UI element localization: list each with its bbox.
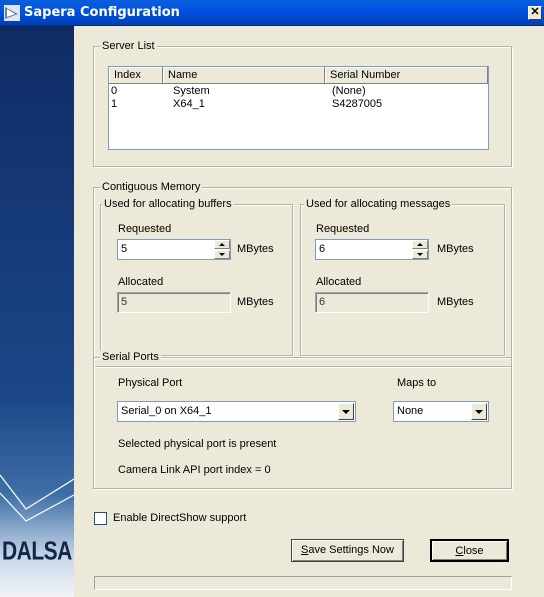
sapera-configuration-window: Sapera Configuration ✕ DALSA Server List… [0,0,544,597]
buffers-requested-stepper[interactable]: 5 [117,239,231,260]
messages-requested-unit: MBytes [437,243,474,255]
table-row[interactable]: 0 System (None) [109,85,488,98]
directshow-checkbox[interactable] [94,512,107,525]
messages-spin-buttons [412,240,428,259]
window-title: Sapera Configuration [24,5,180,20]
cell-name: X64_1 [173,98,205,110]
cell-serial: (None) [332,85,366,97]
api-port-index-text: Camera Link API port index = 0 [118,464,271,476]
buffers-allocated-label: Allocated [118,276,164,288]
arrow-down-icon [219,253,225,256]
close-label: lose [463,545,484,557]
physical-port-label: Physical Port [118,377,183,389]
chevron-down-icon [342,410,350,414]
messages-allocated-unit: MBytes [437,296,474,308]
messages-allocated-value: 6 [319,296,326,308]
chevron-down-icon [475,410,483,414]
messages-allocated-field: 6 [315,292,429,313]
title-bar[interactable]: Sapera Configuration ✕ [0,0,544,26]
dalsa-chevron-mark [0,474,74,522]
maps-to-dropdown-button[interactable] [471,403,487,420]
close-button[interactable]: Close [430,539,509,562]
close-icon: ✕ [530,6,540,18]
spin-up-button[interactable] [214,240,230,249]
physical-port-selected: Serial_0 on X64_1 [121,405,212,417]
buffers-allocated-field: 5 [117,292,231,313]
arrow-up-icon [219,243,225,246]
maps-to-selected: None [397,405,424,417]
spin-up-button[interactable] [412,240,428,249]
maps-to-dropdown[interactable]: None [393,401,489,422]
buffers-requested-value: 5 [121,243,128,255]
buffers-requested-unit: MBytes [237,243,274,255]
dalsa-logo: DALSA [2,537,72,566]
buffers-spin-buttons [214,240,230,259]
messages-group-title: Used for allocating messages [304,198,453,211]
column-header-serial-number[interactable]: Serial Number [325,67,488,84]
buffers-allocated-unit: MBytes [237,296,274,308]
progress-bar [94,576,512,590]
dialog-client-area: DALSA Server List Index Name Serial Numb… [0,26,544,597]
cell-name: System [173,85,210,97]
close-window-button[interactable]: ✕ [528,6,542,20]
brand-sidebar: DALSA [0,26,74,597]
server-list-title: Server List [100,40,157,53]
serial-ports-title: Serial Ports [100,351,161,364]
spin-down-button[interactable] [214,250,230,259]
cell-index: 1 [111,98,118,110]
arrow-down-icon [417,253,423,256]
cell-index: 0 [111,85,118,97]
save-settings-button[interactable]: Save Settings Now [291,539,404,562]
buffers-requested-label: Requested [118,223,172,235]
spin-down-button[interactable] [412,250,428,259]
directshow-label[interactable]: Enable DirectShow support [113,512,246,525]
column-header-name[interactable]: Name [163,67,325,84]
port-status-text: Selected physical port is present [118,438,277,450]
physical-port-dropdown[interactable]: Serial_0 on X64_1 [117,401,356,422]
save-settings-label: ave Settings Now [308,544,394,556]
buffers-allocated-value: 5 [121,296,128,308]
arrow-up-icon [417,243,423,246]
cell-serial: S4287005 [332,98,383,110]
buffers-group-title: Used for allocating buffers [102,198,234,211]
maps-to-label: Maps to [397,377,437,389]
messages-allocated-label: Allocated [316,276,362,288]
column-header-index[interactable]: Index [109,67,163,84]
table-row[interactable]: 1 X64_1 S4287005 [109,98,488,111]
sapera-app-icon [4,5,20,21]
messages-requested-value: 6 [319,243,326,255]
messages-requested-label: Requested [316,223,370,235]
physical-port-dropdown-button[interactable] [338,403,354,420]
contiguous-memory-title: Contiguous Memory [100,181,203,194]
server-list-header: Index Name Serial Number [109,67,488,84]
server-list-table[interactable]: Index Name Serial Number 0 System (None)… [108,66,489,150]
messages-requested-stepper[interactable]: 6 [315,239,429,260]
